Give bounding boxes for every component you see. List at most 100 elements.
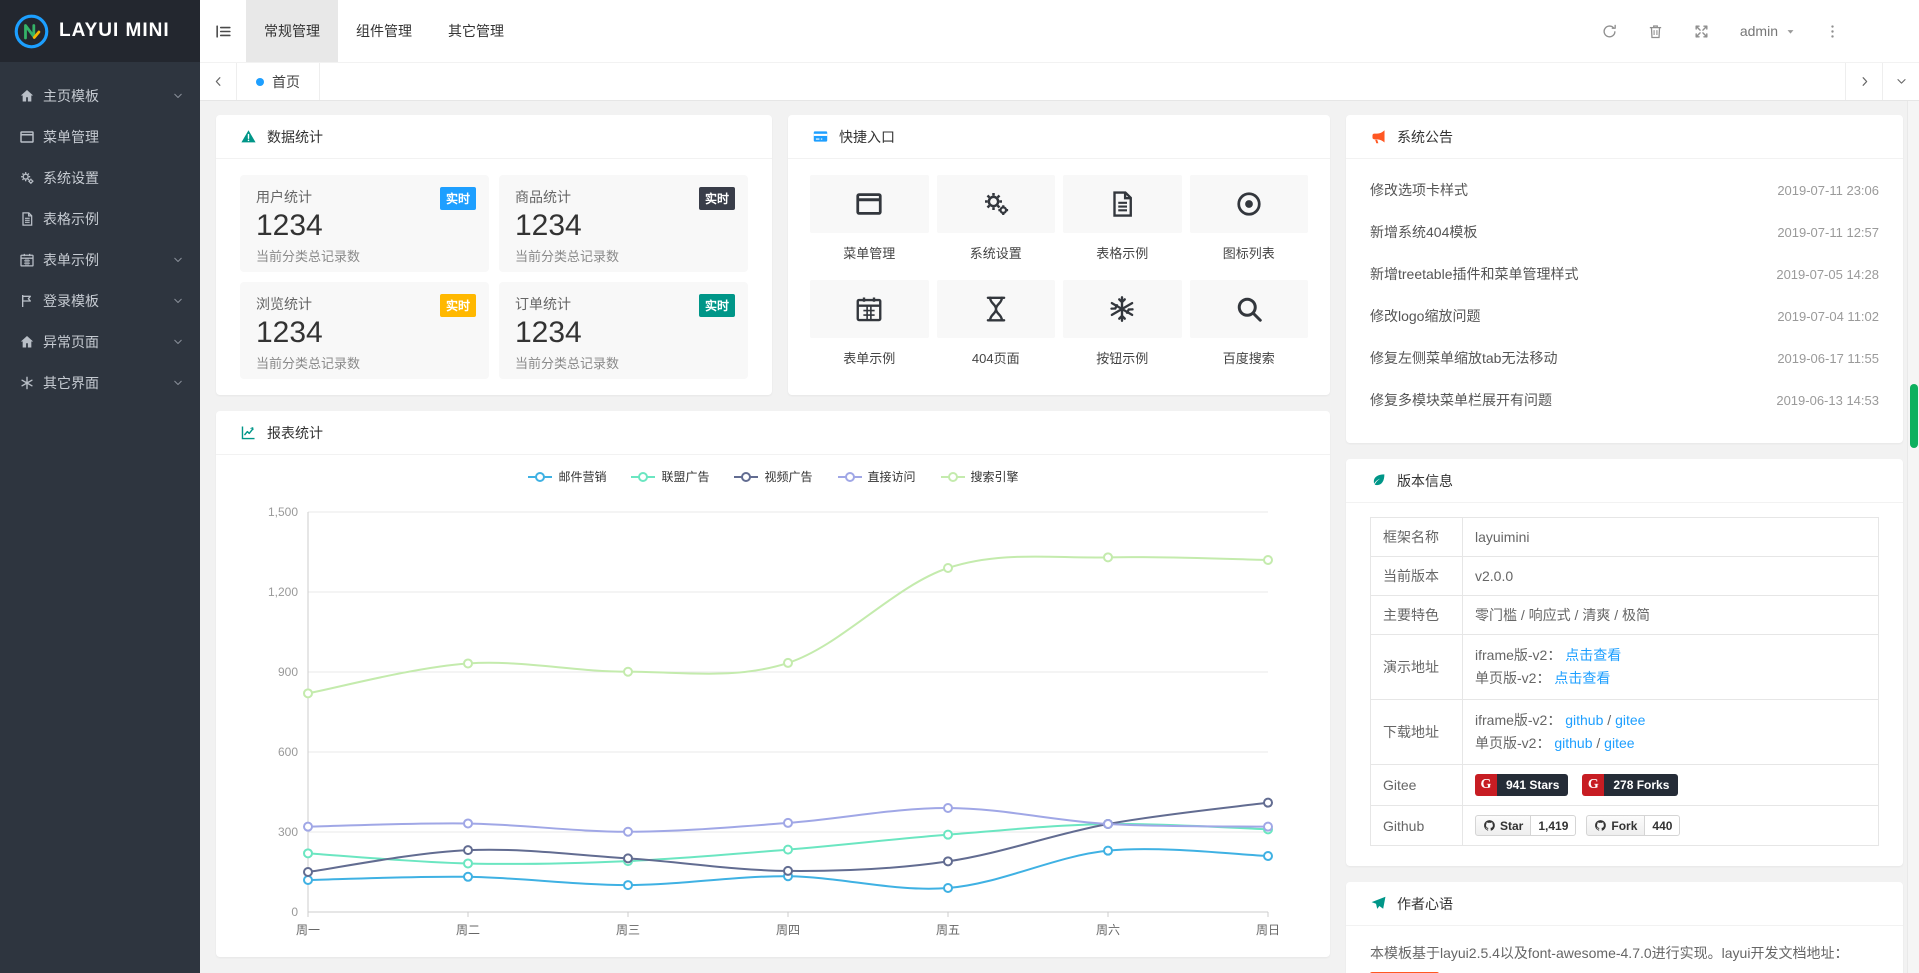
version-table: 框架名称layuimini当前版本v2.0.0主要特色零门槛 / 响应式 / 清… [1370,517,1879,846]
announcement-row[interactable]: 修复多模块菜单栏展开有问题2019-06-13 14:53 [1370,379,1879,421]
chevron-down-icon [172,295,184,307]
chevron-right-icon[interactable] [1845,63,1882,100]
megaphone-icon [1370,128,1387,145]
github-badge[interactable]: Fork440 [1586,815,1680,836]
app-root: LAYUI MINI 主页模板菜单管理系统设置表格示例表单示例登录模板异常页面其… [0,0,1919,973]
sidebar-item-label: 系统设置 [43,168,184,188]
line-chart-icon [240,424,257,441]
main-area: 常规管理组件管理其它管理 admin 首页 [200,0,1919,973]
panel-header: 系统公告 [1346,115,1903,159]
panel-quick-entry: 快捷入口 菜单管理系统设置表格示例图标列表表单示例404页面按钮示例百度搜索 [788,115,1330,395]
gitee-badge[interactable]: G278 Forks [1582,774,1678,796]
legend-item[interactable]: 搜索引擎 [940,468,1019,485]
home-icon [19,334,43,350]
gitee-badge[interactable]: G941 Stars [1475,774,1568,796]
credit-card-icon [812,128,829,145]
github-badge-text: Star [1500,819,1523,833]
version-link[interactable]: gitee [1604,735,1634,751]
stat-card-badge: 实时 [440,187,476,210]
quick-entry-1[interactable]: 菜单管理 [810,175,929,262]
trash-icon[interactable] [1647,23,1664,40]
stat-card-value: 1234 [515,316,732,350]
file-text-icon [19,211,43,227]
quick-entry-6[interactable]: 404页面 [937,280,1056,367]
refresh-icon[interactable] [1601,23,1618,40]
user-menu[interactable]: admin [1740,23,1796,39]
version-link[interactable]: github [1554,735,1592,751]
tab-home[interactable]: 首页 [237,63,320,100]
announcement-title: 修复多模块菜单栏展开有问题 [1370,390,1552,410]
quick-entry-label: 百度搜索 [1190,348,1309,367]
stat-card: 浏览统计1234当前分类总记录数实时 [240,282,489,379]
panel-header: 作者心语 [1346,882,1903,926]
svg-text:周三: 周三 [616,923,640,937]
caret-down-icon [1785,26,1796,37]
chevron-down-icon[interactable] [1882,63,1919,100]
announcement-row[interactable]: 新增系统404模板2019-07-11 12:57 [1370,211,1879,253]
scrollbar-thumb[interactable] [1910,384,1918,448]
stat-card-value: 1234 [256,316,473,350]
sidebar-menu: 主页模板菜单管理系统设置表格示例表单示例登录模板异常页面其它界面 [0,62,200,403]
quick-entry-label: 系统设置 [937,243,1056,262]
announcement-row[interactable]: 修改选项卡样式2019-07-11 23:06 [1370,169,1879,211]
quick-entry-5[interactable]: 表单示例 [810,280,929,367]
menu-fold-icon[interactable] [200,0,246,62]
report-chart: 03006009001,2001,500周一周二周三周四周五周六周日 [216,487,1330,957]
github-badge[interactable]: Star1,419 [1475,815,1576,836]
leaf-icon [1370,472,1387,489]
module-tab[interactable]: 其它管理 [430,0,522,62]
chevron-left-icon[interactable] [200,63,237,100]
legend-item[interactable]: 邮件营销 [527,468,606,485]
quick-entry-2[interactable]: 系统设置 [937,175,1056,262]
panel-data-stats: 数据统计 用户统计1234当前分类总记录数实时商品统计1234当前分类总记录数实… [216,115,772,395]
announcement-title: 修改logo缩放问题 [1370,306,1480,326]
sidebar-item-2[interactable]: 菜单管理 [0,116,200,157]
version-link[interactable]: 点击查看 [1554,670,1610,686]
sidebar-item-1[interactable]: 主页模板 [0,75,200,116]
quick-entry-3[interactable]: 表格示例 [1063,175,1182,262]
svg-text:900: 900 [278,665,298,679]
gitee-icon: G [1582,774,1604,796]
sidebar-item-6[interactable]: 登录模板 [0,280,200,321]
sidebar-item-8[interactable]: 其它界面 [0,362,200,403]
quick-entry-4[interactable]: 图标列表 [1190,175,1309,262]
gitee-icon: G [1475,774,1497,796]
legend-label: 视频广告 [764,468,812,485]
stat-card-desc: 当前分类总记录数 [256,246,473,265]
legend-item[interactable]: 联盟广告 [630,468,709,485]
chart-legend: 邮件营销 联盟广告 视频广告 直接访问 搜索引擎 [216,455,1330,487]
panel-title: 版本信息 [1397,471,1453,491]
announcement-row[interactable]: 新增treetable插件和菜单管理样式2019-07-05 14:28 [1370,253,1879,295]
octocat-icon [1594,819,1607,832]
sidebar-item-7[interactable]: 异常页面 [0,321,200,362]
fullscreen-icon[interactable] [1693,23,1710,40]
more-vertical-icon[interactable] [1824,23,1841,40]
svg-text:0: 0 [291,905,298,919]
version-link[interactable]: 点击查看 [1565,647,1621,663]
app-logo[interactable]: LAYUI MINI [0,0,200,62]
chevron-down-icon [172,336,184,348]
version-link[interactable]: gitee [1615,712,1645,728]
module-tab[interactable]: 常规管理 [246,0,338,62]
legend-item[interactable]: 视频广告 [733,468,812,485]
quick-entry-label: 表格示例 [1063,243,1182,262]
paper-plane-icon [1370,895,1387,912]
version-link[interactable]: github [1565,712,1603,728]
panel-author: 作者心语 本模板基于layui2.5.4以及font-awesome-4.7.0… [1346,882,1903,973]
gears-icon [19,170,43,186]
chevron-down-icon [172,90,184,102]
announcement-row[interactable]: 修复左侧菜单缩放tab无法移动2019-06-17 11:55 [1370,337,1879,379]
quick-entry-7[interactable]: 按钮示例 [1063,280,1182,367]
module-tab[interactable]: 组件管理 [338,0,430,62]
sidebar-item-5[interactable]: 表单示例 [0,239,200,280]
version-row-label: 演示地址 [1371,635,1463,700]
sidebar-item-3[interactable]: 系统设置 [0,157,200,198]
announcement-row[interactable]: 修改logo缩放问题2019-07-04 11:02 [1370,295,1879,337]
legend-item[interactable]: 直接访问 [837,468,916,485]
version-row-value: v2.0.0 [1463,557,1879,596]
sidebar-item-label: 表单示例 [43,250,172,270]
sidebar-item-4[interactable]: 表格示例 [0,198,200,239]
page-scrollbar[interactable] [1907,101,1919,973]
quick-entry-8[interactable]: 百度搜索 [1190,280,1309,367]
announcement-title: 修复左侧菜单缩放tab无法移动 [1370,348,1557,368]
